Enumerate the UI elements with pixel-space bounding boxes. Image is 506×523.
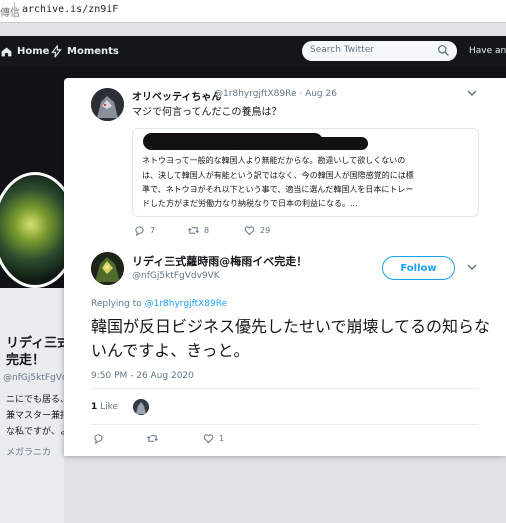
like-button[interactable]: 1 bbox=[203, 433, 224, 444]
tweet-author-handle[interactable]: @nfGj5ktFgVdv9VK bbox=[132, 271, 220, 281]
quoted-tweet[interactable]: ネトウヨって一般的な韓国人より無能だからな。勘違いして欲しくないの は、決して韓… bbox=[132, 128, 479, 217]
avatar[interactable] bbox=[91, 88, 124, 121]
tweet-timestamp[interactable]: 9:50 PM - 26 Aug 2020 bbox=[91, 371, 194, 381]
retweet-count: 8 bbox=[204, 226, 210, 235]
retweet-button[interactable] bbox=[147, 433, 158, 444]
quoted-text-line: ドした方がまだ労働力なり納税なりで日本の利益になる。... bbox=[142, 199, 358, 208]
robot-avatar-icon bbox=[91, 88, 124, 121]
replying-to-link[interactable]: @1r8hyrgjftX89Re bbox=[145, 299, 227, 309]
have-account-text[interactable]: Have an a bbox=[469, 46, 506, 56]
liker-avatar[interactable] bbox=[133, 399, 149, 415]
divider bbox=[91, 424, 479, 425]
tweet-text: 韓国が反日ビジネス優先したせいで崩壊してるの知らないんですよ、きっと。 bbox=[91, 317, 491, 360]
browser-address-bar[interactable]: 傳信 archive.is/zn9iF bbox=[0, 0, 506, 23]
chevron-down-icon[interactable] bbox=[467, 88, 477, 98]
mecha-avatar-icon bbox=[91, 252, 124, 285]
chevron-down-icon[interactable] bbox=[467, 262, 477, 272]
url-separator bbox=[14, 2, 15, 18]
tweet-text: マジで何言ってんだこの養鳥は？ bbox=[132, 107, 282, 118]
home-icon bbox=[1, 47, 12, 57]
quoted-text-line: は、決して韓国人が有能という訳ではなく、今の韓国人が国際感覚的には標 bbox=[142, 171, 414, 180]
tweet-author-name[interactable]: オリベッティちゃん bbox=[132, 88, 221, 103]
reply-button[interactable] bbox=[93, 433, 104, 444]
likes-count: 1 bbox=[91, 402, 98, 412]
nav-home[interactable]: Home bbox=[0, 36, 49, 67]
heart-icon bbox=[203, 434, 214, 444]
likes-summary[interactable]: 1 Like bbox=[91, 402, 118, 412]
like-count: 1 bbox=[219, 434, 225, 443]
search-input[interactable]: Search Twitter bbox=[302, 41, 457, 61]
profile-bio-line: 兼マスター兼指 bbox=[6, 411, 70, 421]
mecha-avatar-icon bbox=[133, 399, 149, 415]
url-prefix: 傳信 bbox=[0, 8, 20, 19]
tweet-author-name[interactable]: リディ三式蘿時雨@梅雨イベ完走！ bbox=[132, 253, 307, 269]
heart-icon bbox=[244, 226, 255, 236]
reply-button[interactable]: 7 bbox=[134, 225, 155, 236]
tweet-author-handle[interactable]: @1r8hyrgjftX89Re · Aug 26 bbox=[214, 89, 337, 99]
search-placeholder: Search Twitter bbox=[310, 45, 374, 55]
profile-location: メガラニカ bbox=[6, 448, 52, 458]
profile-sidebar bbox=[0, 288, 64, 523]
like-count: 29 bbox=[260, 226, 271, 235]
nav-moments-label: Moments bbox=[67, 46, 119, 57]
likes-label: Like bbox=[100, 402, 119, 412]
follow-button[interactable]: Follow bbox=[382, 256, 455, 280]
divider bbox=[91, 388, 479, 389]
like-button[interactable]: 29 bbox=[244, 225, 270, 236]
nav-home-label: Home bbox=[17, 46, 50, 57]
url-text[interactable]: archive.is/zn9iF bbox=[22, 4, 118, 15]
retweet-button[interactable]: 8 bbox=[188, 225, 209, 236]
profile-bio-line: ニにでも居る、 bbox=[6, 395, 70, 405]
retweet-icon bbox=[147, 435, 158, 442]
tweet-modal: オリベッティちゃん @1r8hyrgjftX89Re · Aug 26 マジで何… bbox=[64, 78, 506, 456]
nav-moments[interactable]: Moments bbox=[50, 36, 119, 67]
search-icon[interactable] bbox=[437, 44, 450, 57]
twitter-header: Home Moments Search Twitter Have an a bbox=[0, 36, 506, 67]
reply-icon bbox=[135, 226, 144, 236]
lightning-icon bbox=[51, 45, 62, 58]
retweet-icon bbox=[188, 227, 199, 234]
replying-prefix: Replying to bbox=[91, 299, 142, 309]
reply-icon bbox=[94, 434, 103, 444]
profile-name: リディ三式 完走！ bbox=[6, 336, 71, 368]
replying-to: Replying to @1r8hyrgjftX89Re bbox=[91, 299, 227, 309]
reply-count: 7 bbox=[150, 226, 156, 235]
profile-bio-line: な私ですが、よ bbox=[6, 427, 69, 437]
avatar[interactable] bbox=[91, 252, 124, 285]
quoted-text-line: ネトウヨって一般的な韓国人より無能だからな。勘違いして欲しくないの bbox=[142, 156, 406, 165]
redaction-mark bbox=[238, 137, 368, 150]
quoted-text-line: 準で、ネトウヨがそれ以下という事で、適当に選んだ韓国人を日本にトレー bbox=[142, 185, 414, 194]
